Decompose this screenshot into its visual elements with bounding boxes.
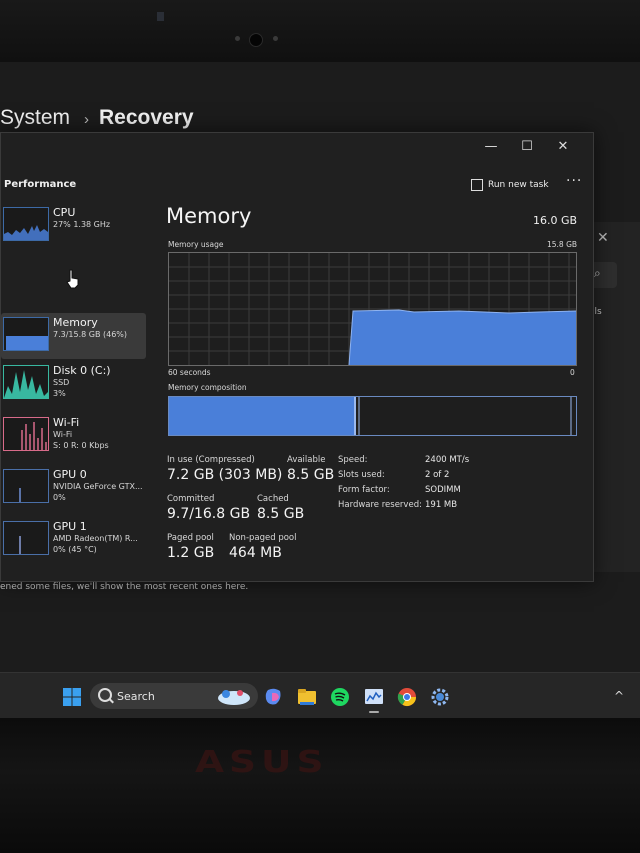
spec-value: 2 of 2 — [425, 470, 450, 480]
sidebar-item-detail: S: 0 R: 0 Kbps — [53, 441, 109, 450]
breadcrumb-parent[interactable]: System — [0, 106, 70, 129]
committed-label: Committed — [167, 494, 215, 504]
taskbar-search-label: Search — [117, 690, 155, 703]
sidebar-item-label: CPU — [53, 206, 76, 219]
search-icon: ⌕ — [594, 266, 601, 280]
sidebar-item-detail: 0% (45 °C) — [53, 545, 97, 554]
memory-composition-label: Memory composition — [168, 383, 247, 392]
copilot-icon[interactable] — [264, 687, 284, 707]
in-use-value: 7.2 GB (303 MB) — [167, 467, 283, 483]
close-icon[interactable]: ✕ — [597, 230, 609, 246]
webcam — [249, 33, 263, 47]
memory-total: 16.0 GB — [533, 214, 578, 227]
settings-gear-icon[interactable] — [430, 687, 450, 707]
nonpaged-pool-label: Non-paged pool — [229, 533, 297, 543]
sidebar-item-detail: NVIDIA GeForce GTX... — [53, 482, 143, 491]
more-options-button[interactable]: ··· — [566, 173, 582, 189]
wifi-thumbnail-graph — [3, 417, 49, 451]
spec-value: 191 MB — [425, 500, 458, 510]
search-highlight-icon — [218, 690, 250, 705]
sidebar-item-cpu[interactable]: CPU 27% 1.38 GHz — [1, 203, 146, 249]
memory-composition-bar — [168, 396, 577, 436]
chevron-up-icon[interactable]: ^ — [614, 689, 624, 703]
sidebar-item-label: Disk 0 (C:) — [53, 364, 111, 377]
sidebar-item-label: GPU 1 — [53, 520, 87, 533]
spec-key: Form factor: — [338, 485, 390, 495]
spec-key: Speed: — [338, 455, 368, 465]
disk-thumbnail-graph — [3, 365, 49, 399]
settings-breadcrumb: System › Recovery — [0, 106, 194, 130]
graph-time-end: 0 — [570, 368, 575, 377]
screen: System › Recovery ✕ ⌕ ils ened some files,… — [0, 62, 640, 718]
recent-files-text: ened some files, we'll show the most rec… — [0, 582, 249, 592]
sidebar-item-label: GPU 0 — [53, 468, 87, 481]
task-manager-icon[interactable] — [364, 687, 384, 707]
sidebar-item-label: Wi-Fi — [53, 416, 80, 429]
minimize-button[interactable]: — — [473, 135, 509, 159]
brand-logo: ASUS — [195, 745, 329, 780]
paged-pool-label: Paged pool — [167, 533, 214, 543]
page-title: Performance — [4, 179, 77, 190]
main-title: Memory — [166, 204, 252, 228]
sidebar-item-detail: AMD Radeon(TM) R... — [53, 534, 138, 543]
sensor — [235, 36, 240, 41]
sensor — [273, 36, 278, 41]
spec-value: SODIMM — [425, 485, 461, 495]
gpu0-thumbnail-graph — [3, 469, 49, 503]
sidebar-item-wifi[interactable]: Wi-Fi Wi-Fi S: 0 R: 0 Kbps — [1, 413, 146, 459]
run-new-task-label: Run new task — [488, 180, 549, 190]
windows-start-icon[interactable] — [62, 687, 82, 707]
sidebar-item-detail: 7.3/15.8 GB (46%) — [53, 330, 128, 339]
sidebar-item-gpu1[interactable]: GPU 1 AMD Radeon(TM) R... 0% (45 °C) — [1, 517, 146, 563]
memory-usage-max: 15.8 GB — [547, 240, 578, 249]
cpu-thumbnail-graph — [3, 207, 49, 241]
run-task-icon — [471, 179, 483, 191]
sidebar-item-detail: 27% 1.38 GHz — [53, 220, 111, 229]
cached-value: 8.5 GB — [257, 506, 305, 522]
available-value: 8.5 GB — [287, 467, 335, 483]
chrome-icon[interactable] — [397, 687, 417, 707]
cached-label: Cached — [257, 494, 289, 504]
spec-key: Slots used: — [338, 470, 385, 480]
maximize-button[interactable]: ☐ — [509, 135, 545, 159]
file-explorer-icon[interactable] — [297, 687, 317, 707]
hand-cursor-icon — [66, 269, 79, 289]
close-button[interactable]: ✕ — [545, 135, 581, 159]
breadcrumb-current: Recovery — [99, 106, 194, 129]
memory-usage-graph — [168, 252, 577, 366]
gpu1-thumbnail-graph — [3, 521, 49, 555]
sidebar-item-disk[interactable]: Disk 0 (C:) SSD 3% — [1, 361, 146, 407]
sidebar-item-label: Memory — [53, 316, 98, 329]
window-caption-buttons: — ☐ ✕ — [473, 135, 581, 159]
sidebar-item-detail: Wi-Fi — [53, 430, 73, 439]
spotify-icon[interactable] — [330, 687, 350, 707]
search-icon — [98, 688, 112, 702]
in-use-label: In use (Compressed) — [167, 455, 255, 465]
laptop-top-bezel — [0, 0, 640, 62]
active-app-indicator — [369, 711, 379, 713]
sidebar-item-detail: 0% — [53, 493, 66, 502]
spec-key: Hardware reserved: — [338, 500, 422, 510]
run-new-task-button[interactable]: Run new task — [471, 179, 549, 191]
breadcrumb-separator: › — [84, 111, 90, 128]
nonpaged-pool-value: 464 MB — [229, 545, 282, 561]
paged-pool-value: 1.2 GB — [167, 545, 215, 561]
status-led — [157, 12, 164, 21]
sidebar-item-gpu0[interactable]: GPU 0 NVIDIA GeForce GTX... 0% — [1, 465, 146, 511]
committed-value: 9.7/16.8 GB — [167, 506, 251, 522]
sidebar-item-detail: 3% — [53, 389, 66, 398]
laptop-bottom-bezel — [0, 718, 640, 853]
graph-time-label: 60 seconds — [168, 368, 211, 377]
available-label: Available — [287, 455, 326, 465]
sidebar-item-memory[interactable]: Memory 7.3/15.8 GB (46%) — [1, 313, 146, 359]
spec-value: 2400 MT/s — [425, 455, 470, 465]
sidebar-item-detail: SSD — [53, 378, 70, 387]
memory-thumbnail-graph — [3, 317, 49, 351]
memory-usage-label: Memory usage — [168, 240, 224, 249]
